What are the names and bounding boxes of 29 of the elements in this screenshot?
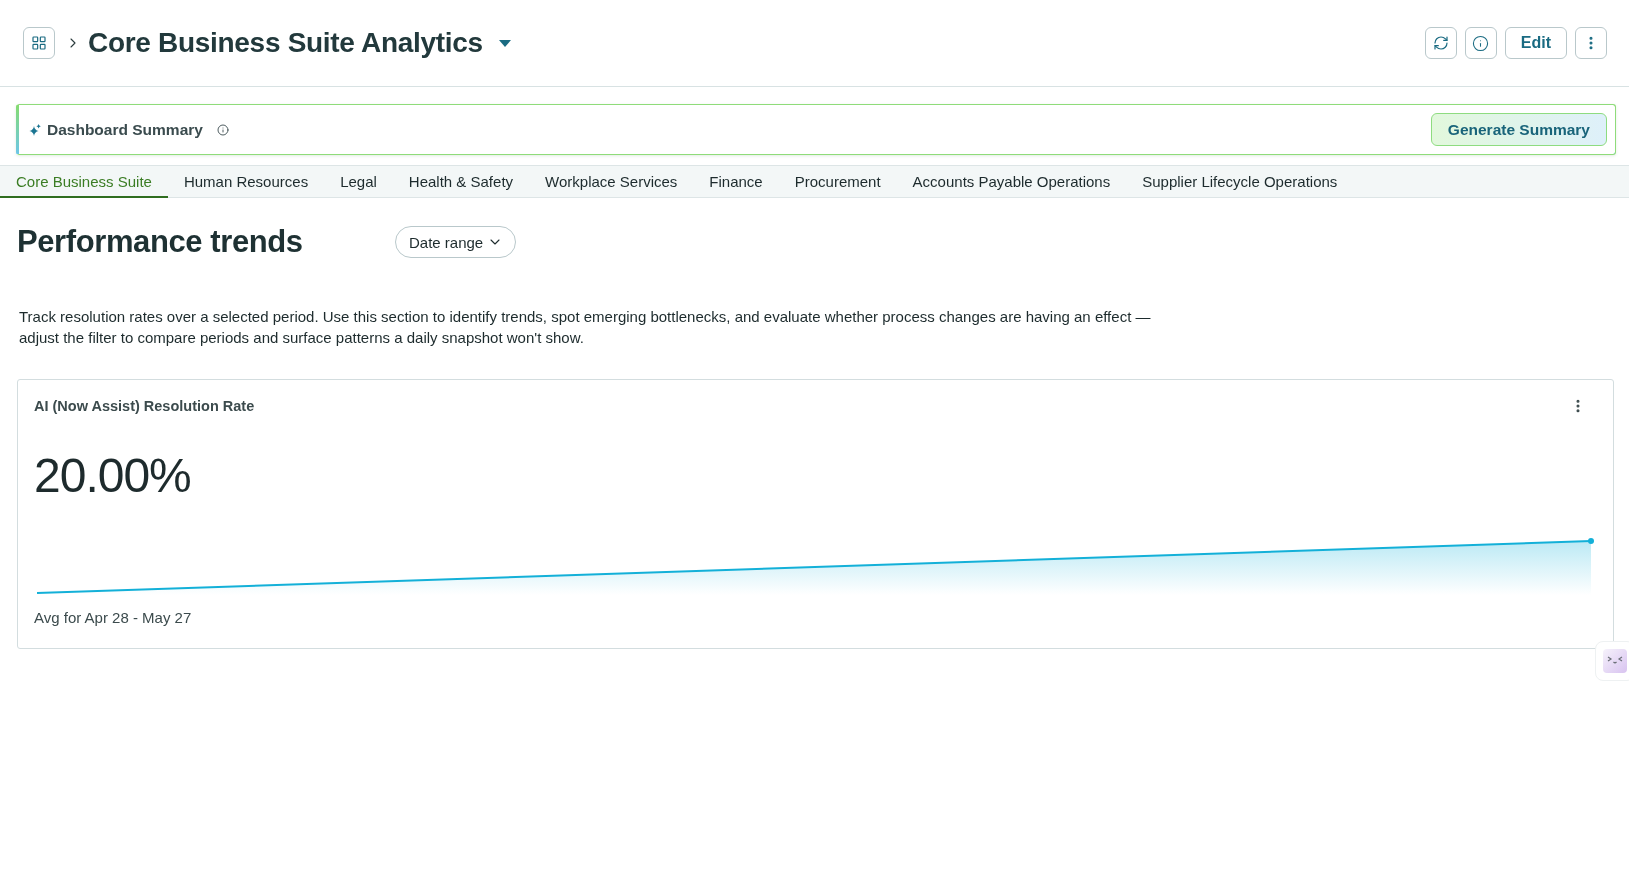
- refresh-button[interactable]: [1424, 27, 1457, 59]
- metric-value: 20.00%: [34, 448, 192, 504]
- refresh-icon: [1432, 35, 1449, 51]
- card-title: AI (Now Assist) Resolution Rate: [34, 398, 255, 414]
- summary-title: Dashboard Summary: [47, 120, 203, 139]
- edit-button[interactable]: Edit: [1504, 27, 1567, 59]
- tab[interactable]: Legal: [324, 166, 393, 198]
- date-range-button[interactable]: Date range: [395, 226, 517, 258]
- tab[interactable]: Supplier Lifecycle Operations: [1126, 166, 1354, 198]
- metric-footnote: Avg for Apr 28 - May 27: [34, 609, 193, 626]
- tab[interactable]: Accounts Payable Operations: [896, 166, 1127, 198]
- caret-down-icon: [498, 39, 511, 47]
- tab[interactable]: Human Resources: [167, 166, 325, 198]
- section-title: Performance trends: [17, 224, 304, 260]
- generate-summary-button[interactable]: Generate Summary: [1430, 113, 1607, 146]
- tab[interactable]: Workplace Services: [529, 166, 694, 198]
- tab[interactable]: Finance: [693, 166, 779, 198]
- section-description: Track resolution rates over a selected period. Use this section to identify trends, spot emerging bottlenecks, and evaluate whether process changes are having an effect — adjust the filter to compare periods and surface patterns a daily snapshot won't show.: [19, 307, 1152, 348]
- dashboard-title: Core Business Suite Analytics: [88, 27, 483, 59]
- squint-face-icon: [1603, 649, 1627, 673]
- apps-button[interactable]: [23, 27, 55, 59]
- tab[interactable]: Core Business Suite: [0, 166, 168, 198]
- info-icon[interactable]: [216, 123, 229, 136]
- grid-icon: [31, 35, 47, 51]
- tab[interactable]: Procurement: [778, 166, 897, 198]
- info-button[interactable]: [1464, 27, 1497, 59]
- tab[interactable]: Health & Safety: [392, 166, 530, 198]
- sparkle-icon: [29, 123, 41, 136]
- info-icon: [1472, 34, 1490, 52]
